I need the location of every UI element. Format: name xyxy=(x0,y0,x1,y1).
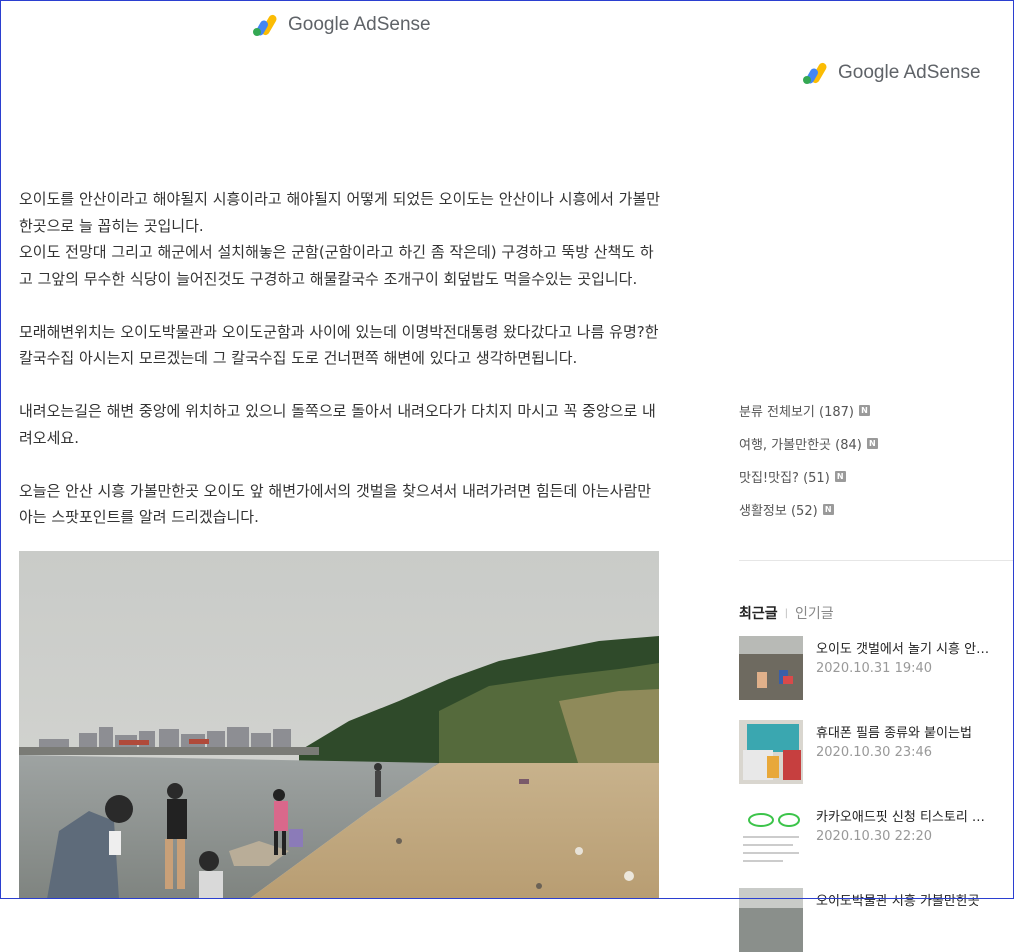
recent-post-title: 오이도박물관 시흥 가볼만한곳 xyxy=(816,894,980,909)
recent-post-date: 2020.10.31 19:40 xyxy=(816,661,933,676)
new-badge: N xyxy=(858,405,870,416)
recent-post-title: 휴대폰 필름 종류와 붙이는법 xyxy=(816,726,972,741)
post-thumbnail xyxy=(739,720,803,784)
adsense-label: Google AdSense xyxy=(288,14,431,35)
top-ad-banner[interactable]: Google AdSense xyxy=(253,13,431,37)
tab-separator: | xyxy=(784,607,789,619)
recent-post-item[interactable]: 휴대폰 필름 종류와 붙이는법 2020.10.30 23:46 xyxy=(739,720,999,784)
tab-popular[interactable]: 인기글 xyxy=(795,603,834,623)
recent-post-date: 2020.10.30 22:20 xyxy=(816,829,933,844)
recent-post-date: 2020.10.30 23:46 xyxy=(816,745,933,760)
post-tabs: 최근글 | 인기글 xyxy=(739,603,834,623)
category-item-all[interactable]: 분류 전체보기 (187) N xyxy=(739,394,878,427)
recent-post-item[interactable]: 오이도 갯벌에서 놀기 시흥 안산 가볼만한곳 2020.10.31 19:40 xyxy=(739,636,999,700)
recent-post-title: 오이도 갯벌에서 놀기 시흥 안산 가볼만한곳 xyxy=(816,642,991,657)
post-paragraph: 내려오는길은 해변 중앙에 위치하고 있으니 돌쪽으로 돌아서 내려오다가 다치… xyxy=(19,402,656,447)
post-paragraph: 오늘은 안산 시흥 가볼만한곳 오이도 앞 해변가에서의 갯벌을 찾으셔서 내려… xyxy=(19,481,652,527)
recent-post-item[interactable]: 오이도박물관 시흥 가볼만한곳 xyxy=(739,888,999,952)
sidebar-ad-banner[interactable]: Google AdSense xyxy=(803,61,981,85)
post-paragraph: 모래해변위치는 오이도박물관과 오이도군함과 사이에 있는데 이명박전대통령 왔… xyxy=(19,322,659,368)
post-thumbnail xyxy=(739,888,803,952)
category-label: 생활정보 (52) xyxy=(739,504,818,519)
category-item-life-info[interactable]: 생활정보 (52) N xyxy=(739,493,878,526)
new-badge: N xyxy=(834,471,846,482)
adsense-label: Google AdSense xyxy=(838,62,981,83)
post-paragraph: 오이도를 안산이라고 해야될지 시흥이라고 해야될지 어떻게 되었든 오이도는 … xyxy=(19,190,661,288)
category-item-food[interactable]: 맛집!맛집? (51) N xyxy=(739,460,878,493)
adsense-logo-icon xyxy=(803,61,830,85)
category-list: 분류 전체보기 (187) N 여행, 가볼만한곳 (84) N 맛집!맛집? … xyxy=(739,394,878,526)
category-item-travel[interactable]: 여행, 가볼만한곳 (84) N xyxy=(739,427,878,460)
post-content: 오이도를 안산이라고 해야될지 시흥이라고 해야될지 어떻게 되었든 오이도는 … xyxy=(19,186,661,557)
category-label: 여행, 가볼만한곳 (84) xyxy=(739,438,862,453)
category-label: 분류 전체보기 (187) xyxy=(739,405,854,420)
new-badge: N xyxy=(822,504,834,515)
category-label: 맛집!맛집? (51) xyxy=(739,471,830,486)
adsense-logo-icon xyxy=(253,13,280,37)
post-thumbnail xyxy=(739,804,803,868)
post-photo-beach[interactable] xyxy=(19,551,659,899)
recent-post-title: 카카오애드핏 신청 티스토리 광고 게재 방법 xyxy=(816,810,991,825)
recent-post-item[interactable]: 카카오애드핏 신청 티스토리 광고 게재 방법 2020.10.30 22:20 xyxy=(739,804,999,868)
tab-recent[interactable]: 최근글 xyxy=(739,603,778,623)
post-thumbnail xyxy=(739,636,803,700)
new-badge: N xyxy=(866,438,878,449)
sidebar-divider xyxy=(739,560,1014,561)
